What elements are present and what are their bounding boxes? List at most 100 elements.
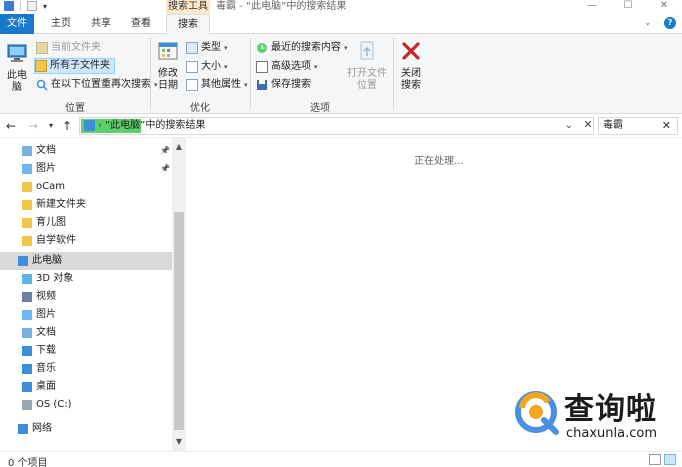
- current-folder-button[interactable]: 当前文件夹: [36, 40, 101, 56]
- watermark-brand: 查询啦: [564, 392, 657, 427]
- tree-item-this-pc-child[interactable]: 文档: [0, 324, 172, 342]
- advanced-options-button[interactable]: 高级选项 ▾: [256, 59, 318, 75]
- tree-item-label: 下载: [36, 345, 56, 356]
- scroll-down-icon[interactable]: ▼: [172, 435, 186, 449]
- tree-item-this-pc-child[interactable]: 3D 对象: [0, 270, 172, 288]
- tab-share[interactable]: 共享: [84, 14, 118, 34]
- address-path: “此电脑”中的搜索结果: [105, 120, 206, 131]
- navigation-bar: ← → ▾ ↑ › “此电脑”中的搜索结果 ⌄ ✕ 毒霸 ✕: [0, 114, 682, 138]
- properties-icon[interactable]: [27, 1, 37, 11]
- tree-item-this-pc-child[interactable]: 下载: [0, 342, 172, 360]
- quick-access-toolbar: ▾: [4, 1, 47, 11]
- close-search-results-icon[interactable]: ✕: [582, 119, 594, 131]
- chevron-down-icon: ▾: [314, 63, 318, 71]
- kind-icon: [186, 42, 198, 54]
- tree-item-quick-access[interactable]: oCam: [0, 178, 172, 196]
- minimize-button[interactable]: —: [574, 0, 610, 14]
- video-icon: [22, 292, 32, 302]
- advanced-options-icon: [256, 61, 268, 73]
- folder-icon: [22, 236, 32, 246]
- watermark: 查询啦 chaxunla.com: [510, 382, 680, 446]
- tree-item-label: 3D 对象: [36, 273, 74, 284]
- open-location-icon: [360, 41, 374, 60]
- date-modified-label: 修改日期: [158, 68, 178, 91]
- divider: [20, 1, 21, 11]
- scroll-up-icon[interactable]: ▲: [172, 140, 186, 154]
- tree-item-quick-access[interactable]: 图片 📌: [0, 160, 172, 178]
- location-group-label: 位置: [65, 103, 85, 114]
- tab-file[interactable]: 文件: [0, 14, 34, 34]
- options-group-label: 选项: [310, 103, 330, 114]
- picture-icon: [22, 164, 32, 174]
- tree-item-label: 音乐: [36, 363, 56, 374]
- back-button[interactable]: ←: [4, 118, 18, 134]
- forward-button[interactable]: →: [26, 118, 40, 134]
- this-pc-label: 此电脑: [7, 70, 27, 93]
- open-file-location-label: 打开文件位置: [347, 68, 387, 91]
- tree-item-this-pc-child[interactable]: 音乐: [0, 360, 172, 378]
- recent-searches-icon: [257, 43, 267, 53]
- download-icon: [22, 346, 32, 356]
- divider: [150, 38, 151, 110]
- tree-item-this-pc-child[interactable]: 图片: [0, 306, 172, 324]
- large-icons-view-icon[interactable]: [664, 454, 676, 465]
- close-search-button[interactable]: 关闭搜索: [398, 40, 424, 92]
- help-icon[interactable]: ?: [664, 17, 676, 29]
- tree-item-this-pc[interactable]: 此电脑: [0, 252, 172, 270]
- pin-icon[interactable]: 📌: [160, 142, 170, 160]
- details-view-icon[interactable]: [649, 454, 661, 465]
- clear-search-icon[interactable]: ✕: [662, 118, 671, 134]
- this-pc-button[interactable]: 此电脑: [4, 42, 30, 94]
- open-file-location-button[interactable]: 打开文件位置: [346, 40, 388, 92]
- subfolders-icon: [35, 60, 47, 72]
- save-search-button[interactable]: 保存搜索: [256, 77, 311, 93]
- tree-item-label: 网络: [32, 423, 52, 434]
- chevron-down-icon[interactable]: ▾: [43, 2, 47, 11]
- refine-group-label: 优化: [190, 103, 210, 114]
- pin-icon[interactable]: 📌: [160, 160, 170, 178]
- tree-item-this-pc-child[interactable]: 视频: [0, 288, 172, 306]
- other-properties-button[interactable]: 其他属性 ▾: [186, 77, 248, 93]
- tree-item-quick-access[interactable]: 文档 📌: [0, 142, 172, 160]
- title-bar: ▾ 搜索工具 毒霸 - “此电脑”中的搜索结果 — ☐ ✕: [0, 0, 682, 14]
- computer-icon: [7, 44, 27, 62]
- calendar-icon: [158, 42, 178, 60]
- scroll-thumb[interactable]: [174, 212, 184, 430]
- tree-item-network[interactable]: 网络: [0, 420, 172, 438]
- tab-search[interactable]: 搜索: [166, 14, 210, 35]
- folder-icon[interactable]: [4, 1, 14, 11]
- tree-item-this-pc-child[interactable]: 桌面: [0, 378, 172, 396]
- computer-icon: [18, 256, 28, 266]
- recent-locations-button[interactable]: ▾: [44, 118, 58, 134]
- tree-item-label: 文档: [36, 145, 56, 156]
- date-modified-button[interactable]: 修改日期: [154, 40, 182, 92]
- tree-item-quick-access[interactable]: 自学软件: [0, 232, 172, 250]
- tree-item-label: 文档: [36, 327, 56, 338]
- tree-item-quick-access[interactable]: 新建文件夹: [0, 196, 172, 214]
- size-button[interactable]: 大小 ▾: [186, 59, 228, 75]
- 3d-objects-icon: [22, 274, 32, 284]
- maximize-button[interactable]: ☐: [610, 0, 646, 14]
- kind-button[interactable]: 类型 ▾: [186, 40, 228, 56]
- search-folder-icon: [84, 120, 95, 131]
- chevron-down-icon[interactable]: ⌄: [565, 120, 573, 131]
- recent-searches-button[interactable]: 最近的搜索内容 ▾: [256, 40, 348, 56]
- desktop-icon: [22, 382, 32, 392]
- close-search-label: 关闭搜索: [401, 68, 421, 91]
- tab-view[interactable]: 查看: [124, 14, 158, 34]
- item-count: 0 个项目: [8, 458, 48, 467]
- properties-icon: [186, 79, 198, 91]
- address-bar[interactable]: › “此电脑”中的搜索结果 ⌄: [79, 117, 594, 135]
- document-icon: [22, 328, 32, 338]
- divider: [393, 38, 394, 110]
- tree-item-quick-access[interactable]: 育儿图: [0, 214, 172, 232]
- up-button[interactable]: ↑: [60, 118, 74, 134]
- search-input[interactable]: 毒霸 ✕: [598, 117, 678, 135]
- close-button[interactable]: ✕: [646, 0, 682, 14]
- nav-scrollbar[interactable]: ▲ ▼: [172, 138, 186, 451]
- tab-home[interactable]: 主页: [44, 14, 78, 34]
- chevron-down-icon[interactable]: ⌄: [644, 18, 654, 28]
- all-subfolders-button[interactable]: 所有子文件夹: [34, 58, 115, 74]
- tree-item-this-pc-child[interactable]: OS (C:): [0, 396, 172, 414]
- search-again-button[interactable]: 在以下位置重再次搜索 ▾: [36, 77, 158, 93]
